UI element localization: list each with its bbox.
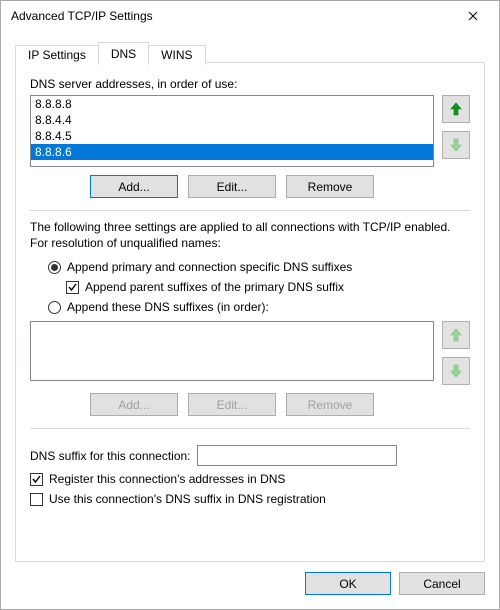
radio-append-these-label: Append these DNS suffixes (in order): [67, 300, 269, 314]
dns-server-item[interactable]: 8.8.4.5 [31, 128, 433, 144]
suffix-description: The following three settings are applied… [30, 219, 470, 251]
dialog-body: IP Settings DNS WINS DNS server addresse… [1, 31, 499, 609]
radio-append-primary[interactable] [48, 261, 61, 274]
suffix-list-row [30, 321, 470, 385]
chk-register[interactable] [30, 473, 43, 486]
radio-append-primary-row[interactable]: Append primary and connection specific D… [30, 260, 470, 274]
cancel-button[interactable]: Cancel [399, 572, 485, 595]
edit-suffix-button[interactable]: Edit... [188, 393, 276, 416]
suffix-reorder-buttons [442, 321, 470, 385]
chk-parent-suffixes-label: Append parent suffixes of the primary DN… [85, 280, 344, 294]
arrow-up-icon [450, 102, 462, 116]
dns-reorder-buttons [442, 95, 470, 159]
chk-parent-suffixes[interactable] [66, 281, 79, 294]
dns-servers-row: 8.8.8.88.8.4.48.8.4.58.8.8.6 [30, 95, 470, 167]
edit-dns-button[interactable]: Edit... [188, 175, 276, 198]
dns-server-buttons: Add... Edit... Remove [30, 175, 470, 198]
tab-wins[interactable]: WINS [148, 45, 205, 65]
dns-servers-label: DNS server addresses, in order of use: [30, 77, 470, 91]
move-up-button[interactable] [442, 95, 470, 123]
window-title: Advanced TCP/IP Settings [11, 9, 453, 23]
dns-server-item[interactable]: 8.8.8.8 [31, 96, 433, 112]
radio-append-these[interactable] [48, 301, 61, 314]
divider [30, 210, 470, 211]
add-dns-button[interactable]: Add... [90, 175, 178, 198]
chk-register-row[interactable]: Register this connection's addresses in … [30, 472, 470, 486]
suffix-move-down-button[interactable] [442, 357, 470, 385]
arrow-down-icon [450, 138, 462, 152]
dialog-window: Advanced TCP/IP Settings IP Settings DNS… [0, 0, 500, 610]
tab-dns[interactable]: DNS [98, 42, 149, 64]
chk-use-suffix[interactable] [30, 493, 43, 506]
suffix-field-label: DNS suffix for this connection: [30, 449, 191, 463]
tab-ip-settings[interactable]: IP Settings [15, 45, 99, 65]
suffix-buttons: Add... Edit... Remove [30, 393, 470, 416]
chk-register-label: Register this connection's addresses in … [49, 472, 285, 486]
dns-panel: DNS server addresses, in order of use: 8… [15, 63, 485, 562]
move-down-button[interactable] [442, 131, 470, 159]
suffix-list[interactable] [30, 321, 434, 381]
dns-server-item[interactable]: 8.8.8.6 [31, 144, 433, 160]
divider [30, 428, 470, 429]
chk-parent-suffixes-row[interactable]: Append parent suffixes of the primary DN… [30, 280, 470, 294]
suffix-field-row: DNS suffix for this connection: [30, 445, 470, 466]
add-suffix-button[interactable]: Add... [90, 393, 178, 416]
remove-suffix-button[interactable]: Remove [286, 393, 374, 416]
radio-append-these-row[interactable]: Append these DNS suffixes (in order): [30, 300, 470, 314]
arrow-down-icon [450, 364, 462, 378]
title-bar: Advanced TCP/IP Settings [1, 1, 499, 31]
chk-use-suffix-label: Use this connection's DNS suffix in DNS … [49, 492, 326, 506]
close-icon [468, 11, 478, 21]
radio-append-primary-label: Append primary and connection specific D… [67, 260, 352, 274]
dialog-buttons: OK Cancel [15, 562, 485, 595]
dns-server-item[interactable]: 8.8.4.4 [31, 112, 433, 128]
remove-dns-button[interactable]: Remove [286, 175, 374, 198]
ok-button[interactable]: OK [305, 572, 391, 595]
suffix-field[interactable] [197, 445, 397, 466]
dns-servers-list[interactable]: 8.8.8.88.8.4.48.8.4.58.8.8.6 [30, 95, 434, 167]
arrow-up-icon [450, 328, 462, 342]
suffix-move-up-button[interactable] [442, 321, 470, 349]
tab-strip: IP Settings DNS WINS [15, 39, 485, 63]
chk-use-suffix-row[interactable]: Use this connection's DNS suffix in DNS … [30, 492, 470, 506]
close-button[interactable] [453, 2, 493, 30]
